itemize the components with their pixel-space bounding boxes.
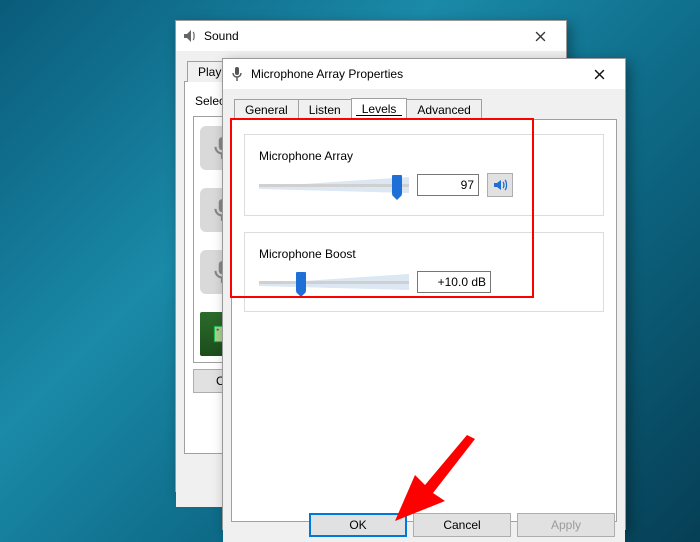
tab-advanced[interactable]: Advanced — [406, 99, 481, 120]
mic-array-value[interactable] — [417, 174, 479, 196]
sound-title: Sound — [204, 29, 520, 43]
props-title: Microphone Array Properties — [251, 67, 579, 81]
mic-array-label: Microphone Array — [259, 149, 589, 163]
props-tabstrip: General Listen Levels Advanced — [231, 97, 617, 119]
close-icon[interactable] — [579, 60, 619, 88]
mic-boost-label: Microphone Boost — [259, 247, 589, 261]
slider-thumb[interactable] — [296, 272, 306, 292]
mic-icon — [229, 66, 245, 82]
apply-button[interactable]: Apply — [517, 513, 615, 537]
ok-button[interactable]: OK — [309, 513, 407, 537]
mic-boost-section: Microphone Boost — [244, 232, 604, 312]
mic-array-slider[interactable] — [259, 175, 409, 195]
mic-properties-dialog: Microphone Array Properties General List… — [222, 58, 626, 530]
close-icon[interactable] — [520, 22, 560, 50]
tab-general[interactable]: General — [234, 99, 299, 120]
slider-thumb[interactable] — [392, 175, 402, 195]
tab-listen[interactable]: Listen — [298, 99, 352, 120]
mic-boost-slider[interactable] — [259, 272, 409, 292]
mic-array-section: Microphone Array — [244, 134, 604, 216]
sound-titlebar[interactable]: Sound — [176, 21, 566, 51]
cancel-button[interactable]: Cancel — [413, 513, 511, 537]
props-titlebar[interactable]: Microphone Array Properties — [223, 59, 625, 89]
mute-button[interactable] — [487, 173, 513, 197]
mic-boost-value[interactable] — [417, 271, 491, 293]
tab-levels[interactable]: Levels — [351, 98, 408, 120]
speaker-icon — [182, 28, 198, 44]
